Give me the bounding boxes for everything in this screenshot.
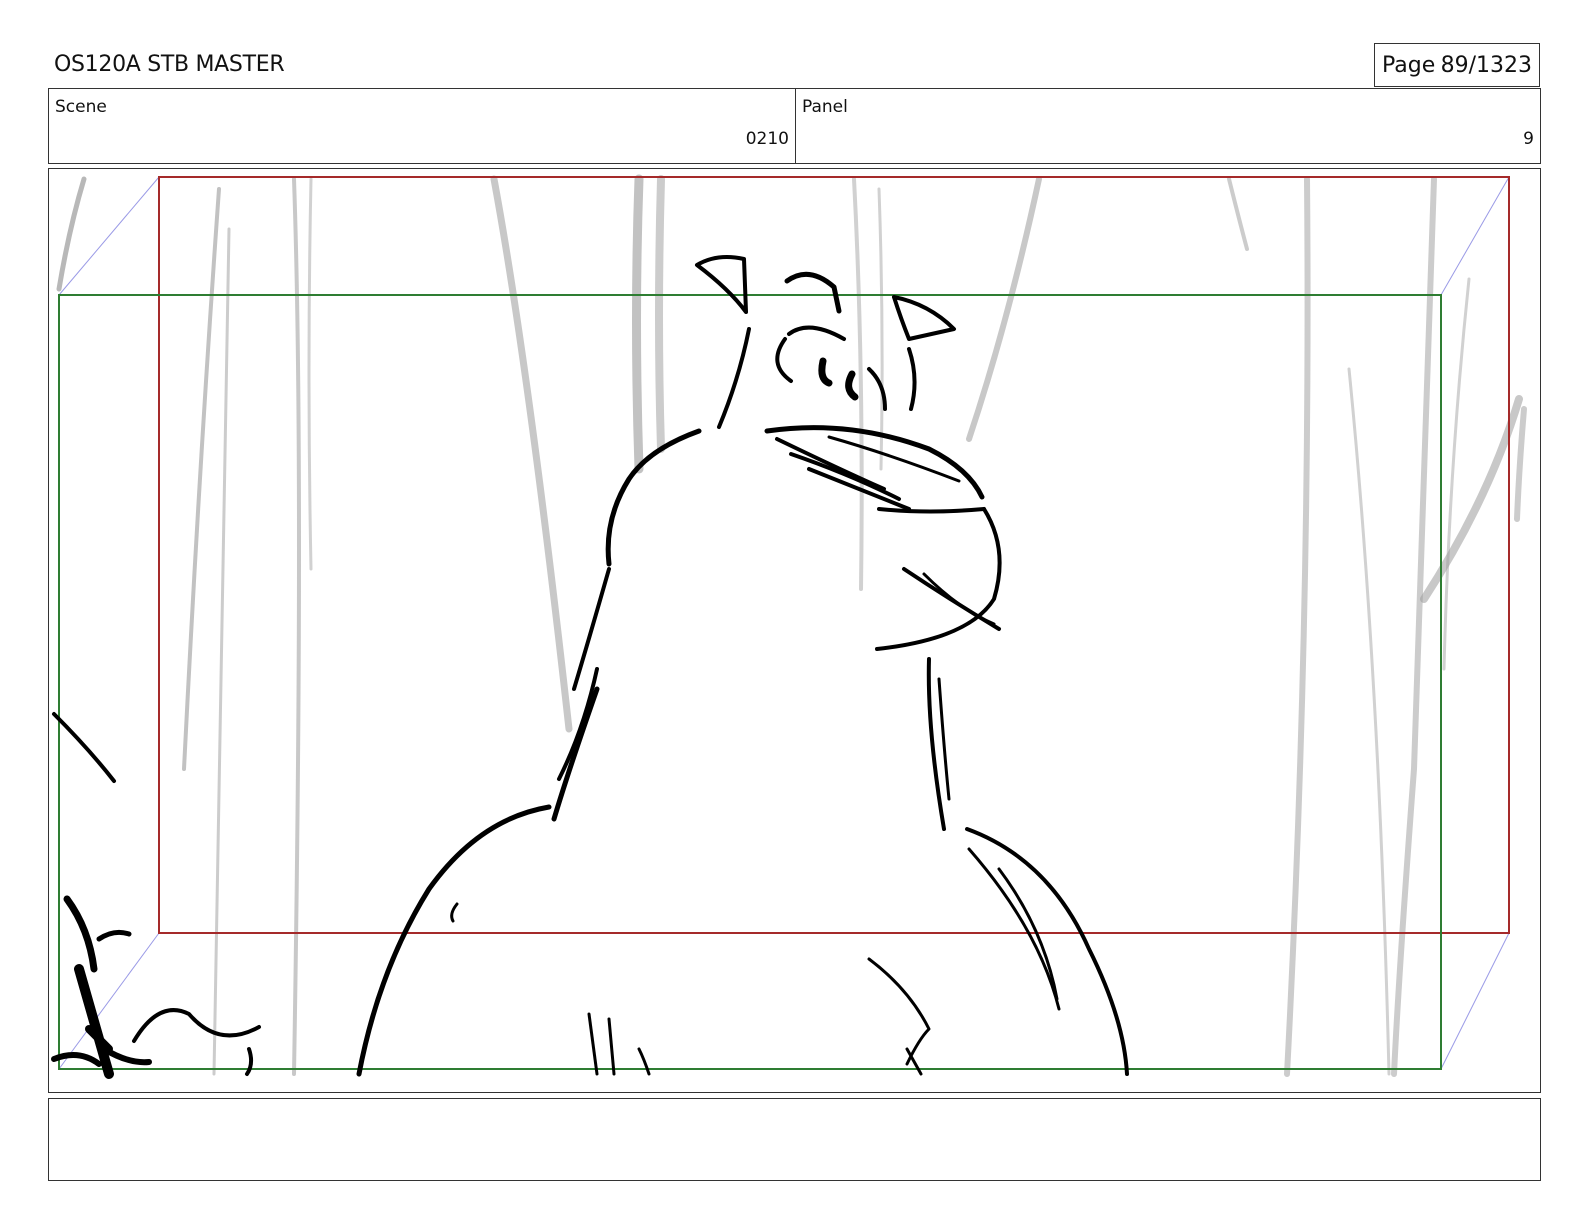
scene-label: Scene bbox=[55, 97, 107, 117]
panel-cell: Panel 9 bbox=[796, 89, 1540, 163]
storyboard-sketch bbox=[51, 174, 1527, 1079]
scene-cell: Scene 0210 bbox=[49, 89, 796, 163]
page-label: Page bbox=[1382, 52, 1436, 78]
background-trees bbox=[56, 174, 1527, 1077]
panel-number: 9 bbox=[1523, 129, 1534, 149]
panel-label: Panel bbox=[802, 97, 848, 117]
scene-panel-row: Scene 0210 Panel 9 bbox=[48, 88, 1541, 164]
storyboard-frame bbox=[48, 168, 1541, 1093]
page-number: 89/1323 bbox=[1440, 52, 1532, 78]
document-title: OS120A STB MASTER bbox=[54, 52, 285, 77]
camera-frame bbox=[58, 294, 1442, 1070]
scene-number: 0210 bbox=[745, 129, 789, 149]
page-indicator: Page 89/1323 bbox=[1374, 43, 1540, 87]
notes-box bbox=[48, 1098, 1541, 1181]
